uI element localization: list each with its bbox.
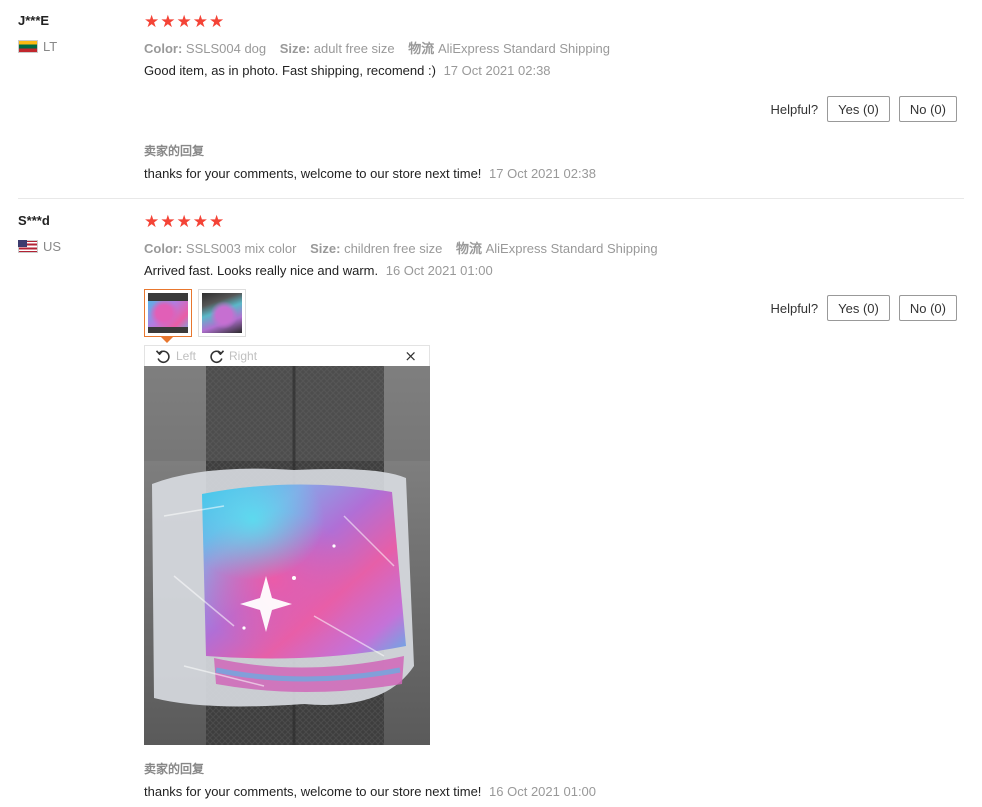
star-icon: ★ — [160, 212, 176, 232]
seller-reply-text: thanks for your comments, welcome to our… — [144, 784, 482, 799]
rotate-left-label: Left — [176, 349, 197, 363]
review-body: Arrived fast. Looks really nice and warm… — [144, 263, 493, 278]
photo-thumbnail-image — [202, 293, 242, 333]
seller-reply-date: 17 Oct 2021 02:38 — [489, 166, 597, 181]
order-info: Color: SSLS004 dog Size: adult free size… — [144, 38, 620, 57]
size-label: Size: — [279, 41, 311, 56]
star-icon: ★ — [176, 212, 192, 232]
review-date: 16 Oct 2021 01:00 — [385, 263, 493, 278]
star-icon: ★ — [160, 12, 176, 32]
review-date: 17 Oct 2021 02:38 — [443, 63, 551, 78]
review-photo-large — [144, 366, 430, 745]
reviewer-name: S***d — [18, 213, 50, 228]
rotate-right-icon — [210, 349, 225, 363]
photo-thumbnail-image — [148, 293, 188, 333]
no-vote-button[interactable]: No (0) — [898, 295, 957, 321]
size-value: children free size — [344, 241, 443, 256]
rotate-left-icon — [155, 349, 170, 363]
star-icon: ★ — [209, 12, 225, 32]
close-icon[interactable]: × — [404, 347, 417, 365]
lithuania-flag-icon — [18, 40, 38, 53]
review-body: Good item, as in photo. Fast shipping, r… — [144, 63, 551, 78]
size-label: Size: — [310, 241, 341, 256]
logistics-label: 物流 — [408, 41, 435, 56]
logistics-value: AliExpress Standard Shipping — [485, 241, 658, 256]
seller-reply: thanks for your comments, welcome to our… — [144, 166, 596, 181]
rotate-left-button[interactable]: Left — [155, 348, 196, 365]
reviewer-country: LT — [18, 39, 57, 54]
yes-vote-button[interactable]: Yes (0) — [827, 295, 890, 321]
seller-reply-text: thanks for your comments, welcome to our… — [144, 166, 482, 181]
seller-reply-date: 16 Oct 2021 01:00 — [489, 784, 597, 799]
color-label: Color: — [144, 241, 183, 256]
star-icon: ★ — [144, 12, 160, 32]
review-text: Good item, as in photo. Fast shipping, r… — [144, 63, 436, 78]
photo-thumbnail[interactable] — [198, 289, 246, 337]
star-icon: ★ — [192, 12, 208, 32]
reviewer-name: J***E — [18, 13, 50, 28]
color-value: SSLS004 dog — [185, 41, 267, 56]
size-value: adult free size — [313, 41, 395, 56]
star-icon: ★ — [144, 212, 160, 232]
review-item: J***E LT ★ ★ ★ ★ ★ Color: SSLS004 dog Si… — [0, 0, 982, 198]
helpful-vote: Helpful? Yes (0) No (0) — [770, 96, 957, 122]
rotate-right-label: Right — [229, 349, 258, 363]
photo-viewer: Left Right × — [144, 345, 430, 745]
logistics-value: AliExpress Standard Shipping — [437, 41, 610, 56]
review-photos — [144, 289, 246, 343]
yes-vote-button[interactable]: Yes (0) — [827, 96, 890, 122]
helpful-label: Helpful? — [770, 300, 819, 316]
country-code: LT — [43, 39, 58, 54]
color-value: SSLS003 mix color — [185, 241, 297, 256]
seller-reply-title: 卖家的回复 — [144, 762, 205, 776]
usa-flag-icon — [18, 240, 38, 253]
star-rating: ★ ★ ★ ★ ★ — [144, 212, 225, 232]
photo-thumbnail[interactable] — [144, 289, 192, 343]
star-icon: ★ — [176, 12, 192, 32]
star-icon: ★ — [192, 212, 208, 232]
color-label: Color: — [144, 41, 183, 56]
star-rating: ★ ★ ★ ★ ★ — [144, 12, 225, 32]
seller-reply: thanks for your comments, welcome to our… — [144, 784, 596, 799]
country-code: US — [43, 239, 62, 254]
photo-viewer-toolbar: Left Right × — [144, 345, 430, 366]
no-vote-button[interactable]: No (0) — [898, 96, 957, 122]
helpful-vote: Helpful? Yes (0) No (0) — [770, 295, 957, 321]
star-icon: ★ — [209, 212, 225, 232]
order-info: Color: SSLS003 mix color Size: children … — [144, 238, 668, 257]
rotate-right-button[interactable]: Right — [208, 348, 257, 365]
logistics-label: 物流 — [455, 241, 482, 256]
helpful-label: Helpful? — [770, 101, 819, 117]
reviewer-country: US — [18, 239, 61, 254]
review-text: Arrived fast. Looks really nice and warm… — [144, 263, 379, 278]
seller-reply-title: 卖家的回复 — [144, 144, 205, 158]
review-item: S***d US ★ ★ ★ ★ ★ Color: SSLS003 mix co… — [0, 199, 982, 807]
